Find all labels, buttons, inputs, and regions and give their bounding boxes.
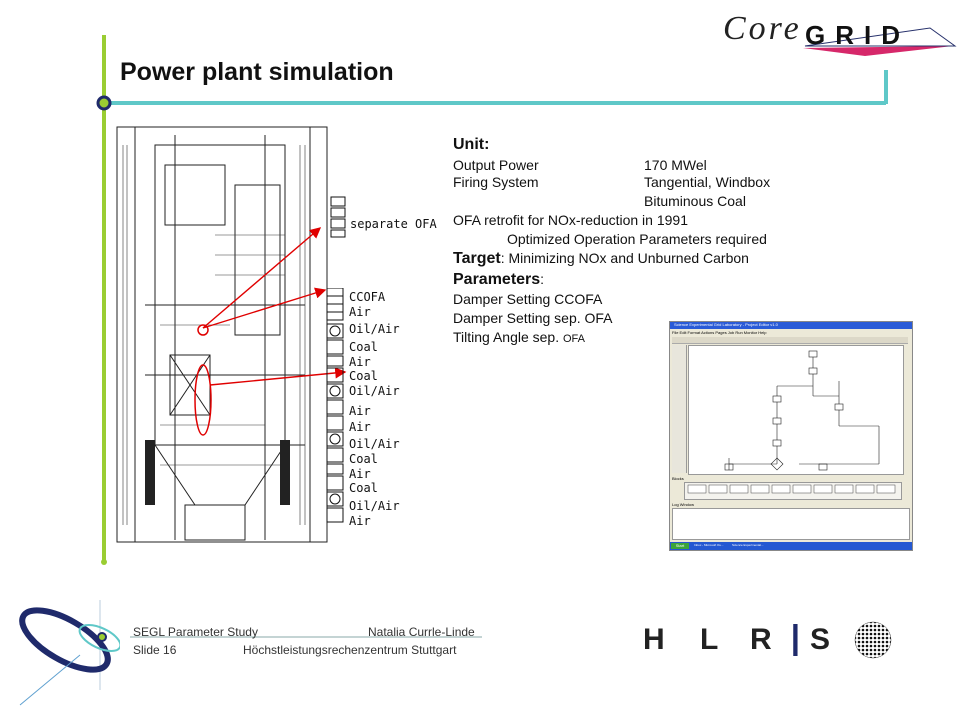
taskbar-item: Inbox - Microsoft Ou... [694,543,724,547]
footer-institution: Höchstleistungsrechenzentrum Stuttgart [243,643,457,657]
toolbox-label: Blocks [672,476,684,481]
separate-ofa-label: separate OFA [350,217,437,231]
hlrs-letter: R [750,623,772,656]
footer-author: Natalia Currle-Linde [368,625,475,639]
hlrs-letter: L [700,623,719,656]
target-text: : Minimizing NOx and Unburned Carbon [500,250,749,266]
start-button: Start [671,543,689,549]
log-window [672,508,910,540]
parameter-item: Tilting Angle sep. [453,329,563,345]
canvas [688,345,904,475]
unit-row-value: Tangential, Windbox [644,174,771,190]
hlrs-letter: I [789,614,802,666]
orbit-logo-icon [19,607,120,706]
burner-label: Air [349,514,371,528]
unit-row-value: Bituminous Coal [644,193,746,209]
unit-row-label: Firing System [453,174,539,190]
log-label: Log Window [672,502,695,507]
burner-label: CCOFA [349,290,386,304]
hlrs-letter: S [810,623,831,656]
burner-label: Coal [349,369,378,383]
unit-heading: Unit: [453,136,490,153]
unit-info: Unit: Output Power 170 MWel Firing Syste… [453,135,813,347]
footer-title: SEGL Parameter Study [133,625,258,639]
taskbar: Start Inbox - Microsoft Ou... Science Ex… [670,542,912,550]
burner-column-symbols [326,288,344,523]
hlrs-sphere-icon [854,621,892,659]
burner-label: Air [349,404,371,418]
burner-label: Oil/Air [349,384,400,398]
segl-editor-screenshot: Science Experimental Grid Laboratory - P… [669,321,913,551]
toolbox [684,482,902,500]
workflow-diagram [724,350,880,471]
toolbox-blocks [687,484,896,494]
parameter-item: Damper Setting sep. OFA [453,310,613,326]
burner-label: Air [349,355,371,369]
burner-label: Oil/Air [349,499,400,513]
taskbar-item: Science Experimental... [732,543,764,547]
burner-label: Air [349,467,371,481]
parameter-item: Damper Setting CCOFA [453,291,603,307]
burner-label: Oil/Air [349,322,400,336]
burner-label: Air [349,420,371,434]
burner-label: Air [349,305,371,319]
separate-ofa-symbol [330,196,346,238]
target-heading: Target [453,250,501,267]
palette-sidebar [672,345,687,473]
parameter-item-suffix: OFA [563,333,586,345]
toolbar [672,337,908,344]
retrofit-detail: Optimized Operation Parameters required [507,231,767,247]
retrofit-text: OFA retrofit for NOx-reduction in 1991 [453,212,688,228]
burner-label: Coal [349,452,378,466]
window-titlebar: Science Experimental Grid Laboratory - P… [670,322,912,329]
burner-label: Coal [349,340,378,354]
parameters-heading: Parameters [453,271,541,288]
parameters-colon: : [540,271,545,287]
hlrs-letter: H [643,623,665,656]
footer-slide-number: Slide 16 [133,643,177,657]
menu-bar: File Edit Format Actions Pages Job Run M… [672,330,767,335]
burner-label: Oil/Air [349,437,400,451]
burner-label: Coal [349,481,378,495]
window-title: Science Experimental Grid Laboratory - P… [674,322,778,327]
